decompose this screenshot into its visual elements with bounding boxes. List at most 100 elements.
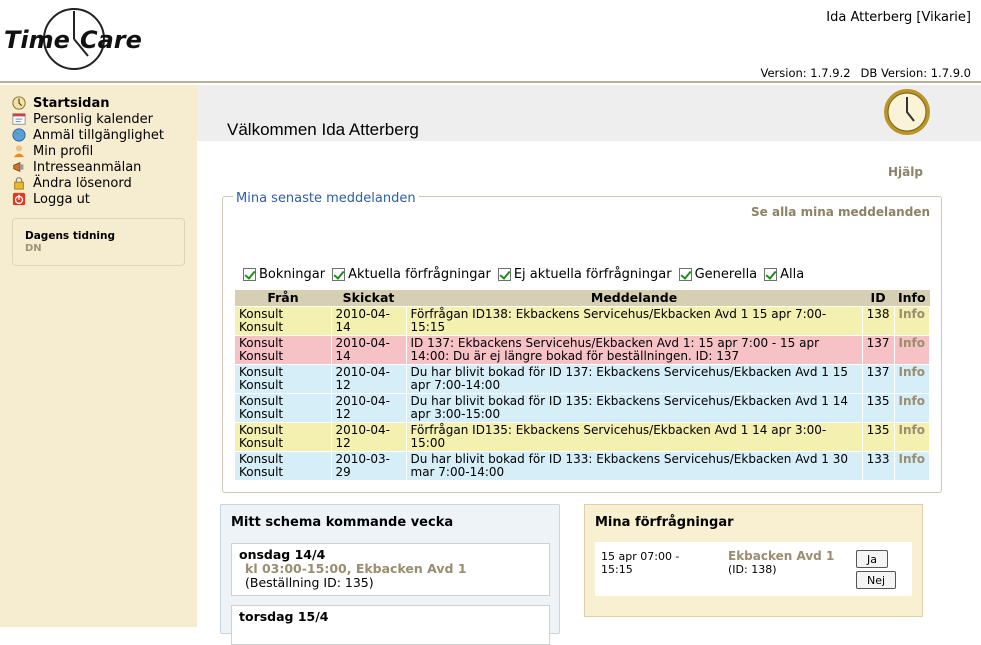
request-time: 15 apr 07:00 - 15:15	[601, 550, 680, 576]
col-header-fran: Från	[235, 290, 331, 306]
message-filters: Bokningar Aktuella förfrågningar Ej aktu…	[243, 267, 811, 282]
checkbox[interactable]	[764, 268, 778, 281]
filter-alla[interactable]: Alla	[764, 267, 804, 282]
sidebar-item-label: Min profil	[33, 143, 94, 159]
filter-aktuella-forfragningar[interactable]: Aktuella förfrågningar	[332, 267, 491, 282]
sidebar-item-label: Startsidan	[33, 95, 110, 111]
table-row: Konsult Konsult 2010-04-12 Förfrågan ID1…	[235, 421, 931, 451]
decline-button[interactable]: Nej	[856, 571, 896, 589]
db-version: DB Version: 1.7.9.0	[860, 66, 971, 80]
table-row: Konsult Konsult 2010-04-14 ID 137: Ekbac…	[235, 334, 931, 364]
see-all-messages-link[interactable]: Se alla mina meddelanden	[751, 205, 930, 219]
user-icon	[13, 145, 25, 158]
table-row: Konsult Konsult 2010-04-12 Du har blivit…	[235, 363, 931, 393]
filter-label: Bokningar	[259, 267, 326, 282]
accept-button[interactable]: Ja	[856, 550, 888, 568]
user-name: Ida Atterberg [Vikarie]	[826, 10, 971, 25]
clock-icon	[884, 89, 930, 135]
table-header: Från Skickat Meddelande ID Info	[235, 290, 930, 306]
logout-icon	[12, 192, 26, 206]
cell-id: 137	[862, 334, 895, 364]
schedule-panel: Mitt schema kommande vecka onsdag 14/4 k…	[220, 504, 560, 645]
requests-title: Mina förfrågningar	[595, 515, 734, 530]
cell-sent: 2010-04-12	[331, 392, 407, 422]
help-link[interactable]: Hjälp	[888, 165, 923, 179]
request-place: Ekbacken Avd 1 (ID: 138)	[728, 550, 834, 577]
sidebar-item-logga-ut[interactable]: Logga ut	[11, 191, 197, 207]
sidebar-item-label: Ändra lösenord	[33, 175, 132, 191]
sidebar-item-label: Personlig kalender	[33, 111, 154, 127]
request-item: 15 apr 07:00 - 15:15 Ekbacken Avd 1 (ID:…	[595, 542, 912, 596]
checkbox[interactable]	[243, 268, 256, 281]
cell-id: 138	[862, 305, 895, 335]
filter-ej-aktuella-forfragningar[interactable]: Ej aktuella förfrågningar	[497, 267, 672, 282]
info-link[interactable]: Info	[894, 363, 931, 393]
table-row: Konsult Konsult 2010-04-14 Förfrågan ID1…	[235, 305, 931, 335]
sidebar-item-anmal-tillganglighet[interactable]: Anmäl tillgänglighet	[11, 127, 197, 143]
info-link[interactable]: Info	[894, 305, 931, 335]
filter-generella[interactable]: Generella	[678, 267, 757, 282]
app-version: Version: 1.7.9.2	[760, 66, 851, 80]
table-row: Konsult Konsult 2010-04-12 Du har blivit…	[235, 392, 931, 422]
info-link[interactable]: Info	[894, 450, 931, 480]
cell-from: Konsult Konsult	[235, 392, 332, 422]
sidebar: Startsidan Personlig kalender Anmäl till…	[0, 85, 197, 627]
day-title: onsdag 14/4	[239, 547, 326, 562]
clock-icon	[12, 96, 26, 110]
news-value[interactable]: DN	[25, 243, 184, 254]
version-info: Version: 1.7.9.2 DB Version: 1.7.9.0	[760, 66, 971, 80]
sidebar-item-label: Logga ut	[33, 191, 90, 207]
lock-icon	[14, 177, 24, 190]
messages-title: Mina senaste meddelanden	[233, 191, 419, 206]
info-link[interactable]: Info	[894, 421, 931, 451]
info-link[interactable]: Info	[894, 334, 931, 364]
sidebar-item-min-profil[interactable]: Min profil	[11, 143, 197, 159]
calendar-icon	[12, 113, 26, 125]
requests-panel: Mina förfrågningar 15 apr 07:00 - 15:15 …	[584, 504, 923, 617]
welcome-bar: Välkommen Ida Atterberg	[197, 85, 981, 141]
cell-id: 133	[862, 450, 895, 480]
request-id: (ID: 138)	[728, 563, 777, 576]
filter-label: Alla	[780, 267, 805, 282]
cell-message: ID 137: Ekbackens Servicehus/Ekbacken Av…	[406, 334, 863, 364]
table-row: Konsult Konsult 2010-03-29 Du har blivit…	[235, 450, 931, 480]
cell-from: Konsult Konsult	[235, 334, 332, 364]
sidebar-item-personlig-kalender[interactable]: Personlig kalender	[11, 111, 197, 127]
cell-sent: 2010-04-12	[331, 363, 407, 393]
cell-sent: 2010-04-14	[331, 305, 407, 335]
svg-text:Care: Care	[80, 26, 142, 54]
cell-id: 137	[862, 363, 895, 393]
day-title: torsdag 15/4	[239, 609, 329, 624]
filter-bokningar[interactable]: Bokningar	[243, 267, 325, 282]
globe-icon	[12, 128, 26, 142]
cell-from: Konsult Konsult	[235, 421, 332, 451]
messages-panel: Mina senaste meddelanden Se alla mina me…	[222, 191, 942, 493]
sidebar-item-intresseanmalan[interactable]: Intresseanmälan	[11, 159, 197, 175]
checkbox[interactable]	[678, 268, 692, 281]
col-header-info: Info	[894, 290, 930, 306]
shift-note: (Beställning ID: 135)	[245, 575, 374, 590]
cell-id: 135	[862, 392, 895, 422]
news-title: Dagens tidning	[25, 230, 116, 242]
col-header-skickat: Skickat	[331, 290, 406, 306]
cell-from: Konsult Konsult	[235, 450, 332, 480]
schedule-title: Mitt schema kommande vecka	[231, 515, 454, 530]
sidebar-item-andra-losenord[interactable]: Ändra lösenord	[11, 175, 197, 191]
shift-link[interactable]: kl 03:00-15:00, Ekbacken Avd 1	[245, 561, 467, 576]
checkbox[interactable]	[497, 268, 511, 281]
cell-sent: 2010-03-29	[331, 450, 407, 480]
col-header-meddelande: Meddelande	[406, 290, 863, 306]
header: Time Care Ida Atterberg [Vikarie] Versio…	[0, 0, 981, 83]
sidebar-item-startsidan[interactable]: Startsidan	[11, 95, 197, 111]
checkbox[interactable]	[332, 268, 346, 281]
info-link[interactable]: Info	[894, 392, 931, 422]
timecare-logo: Time Care	[4, 8, 142, 70]
sidebar-nav: Startsidan Personlig kalender Anmäl till…	[0, 85, 197, 207]
svg-text:Time: Time	[4, 26, 70, 54]
page-title: Välkommen Ida Atterberg	[227, 120, 419, 139]
sidebar-item-label: Intresseanmälan	[33, 159, 142, 175]
cell-sent: 2010-04-14	[331, 334, 407, 364]
filter-label: Ej aktuella förfrågningar	[513, 267, 672, 282]
filter-label: Aktuella förfrågningar	[348, 267, 491, 282]
cell-from: Konsult Konsult	[235, 305, 332, 335]
